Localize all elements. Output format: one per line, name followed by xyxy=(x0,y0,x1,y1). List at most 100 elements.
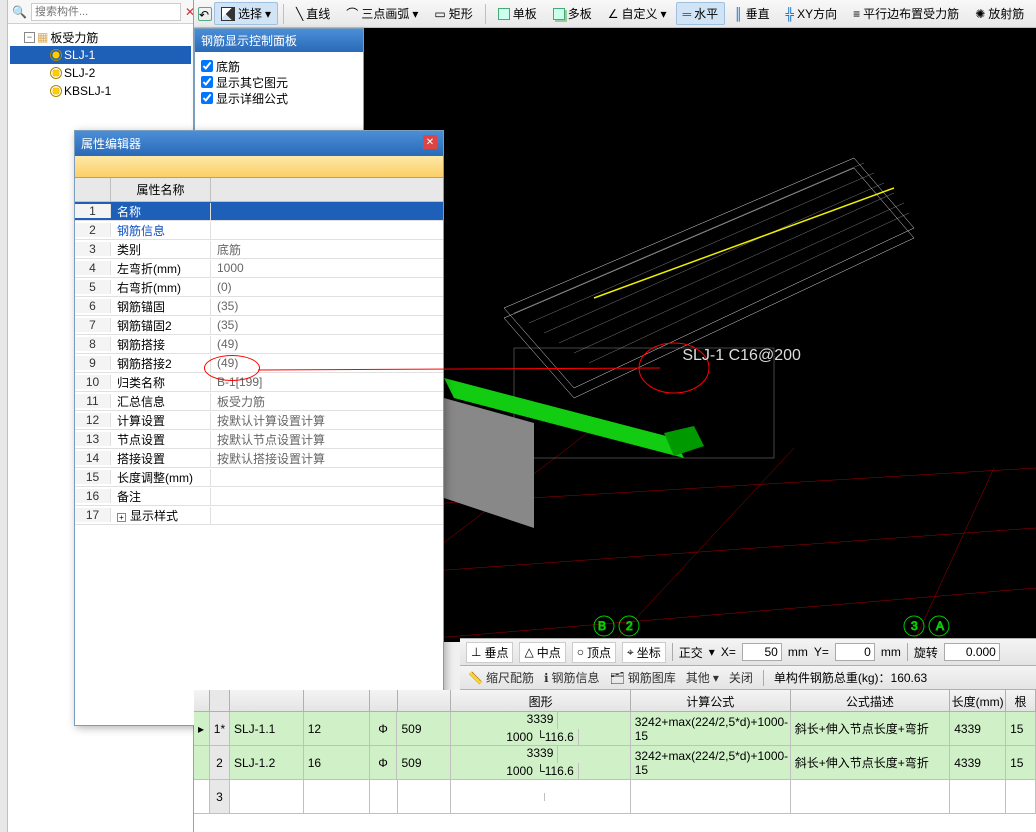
row-val[interactable]: 底筋 xyxy=(211,241,443,258)
prop-row[interactable]: 17 +显示样式 xyxy=(75,506,443,525)
snap-perp-button[interactable]: ⊥垂点 xyxy=(466,642,513,663)
tree-item-kbslj1[interactable]: KBSLJ-1 xyxy=(10,82,191,100)
tree-item-slj1[interactable]: SLJ-1 xyxy=(10,46,191,64)
prop-row[interactable]: 7 钢筋锚固2 (35) xyxy=(75,316,443,335)
row-num: 16 xyxy=(75,489,111,503)
separator xyxy=(763,670,764,686)
x-input[interactable] xyxy=(742,643,782,661)
row-val[interactable]: 按默认节点设置计算 xyxy=(211,431,443,448)
close-icon[interactable]: ✕ xyxy=(423,135,437,149)
rebar-info-link[interactable]: ℹ钢筋信息 xyxy=(544,669,600,686)
parallel-button[interactable]: ≡平行边布置受力筋 xyxy=(846,2,966,25)
prop-row[interactable]: 16 备注 xyxy=(75,487,443,506)
rect-tool-button[interactable]: ▭矩形 xyxy=(427,2,479,25)
hdr-formula: 计算公式 xyxy=(631,690,791,711)
radial-button[interactable]: ✺放射筋 xyxy=(968,2,1031,25)
chk-show-others[interactable]: 显示其它图元 xyxy=(201,74,357,90)
scaled-rebar-link[interactable]: 📏缩尺配筋 xyxy=(468,669,534,686)
row-val[interactable]: (35) xyxy=(211,318,443,332)
snap-vertex-button[interactable]: ○顶点 xyxy=(572,642,616,663)
prop-row[interactable]: 14 搭接设置 按默认搭接设置计算 xyxy=(75,449,443,468)
table-row[interactable]: 2 SLJ-1.2 16 Φ 509 33391000 └116.6 3242+… xyxy=(194,746,1036,780)
close-icon[interactable]: ✕ xyxy=(185,5,194,19)
xy-label: XY方向 xyxy=(797,5,837,22)
prop-row[interactable]: 12 计算设置 按默认计算设置计算 xyxy=(75,411,443,430)
snap-coord-button[interactable]: ⌖坐标 xyxy=(622,642,666,663)
chk-bottom-rebar[interactable]: 底筋 xyxy=(201,58,357,74)
prop-row[interactable]: 2 钢筋信息 xyxy=(75,221,443,240)
rebar-lib-link[interactable]: 🗂钢筋图库 xyxy=(610,669,676,686)
prop-row[interactable]: 4 左弯折(mm) 1000 xyxy=(75,259,443,278)
row-marker: ▸ xyxy=(194,712,210,745)
xy-button[interactable]: ╬XY方向 xyxy=(779,2,845,25)
prop-hdr-val xyxy=(211,178,443,201)
close-link[interactable]: 关闭 xyxy=(729,669,753,686)
dropdown-icon[interactable]: ▾ xyxy=(709,645,715,659)
row-val[interactable]: 按默认计算设置计算 xyxy=(211,412,443,429)
arc-tool-button[interactable]: ⌒三点画弧▾ xyxy=(339,2,425,25)
prop-row[interactable]: 3 类别 底筋 xyxy=(75,240,443,259)
checkbox[interactable] xyxy=(201,76,213,88)
link-label: 关闭 xyxy=(729,669,753,686)
hdr-name xyxy=(230,690,304,711)
hdr-qty: 根 xyxy=(1006,690,1036,711)
undo-icon[interactable]: ↶ xyxy=(198,7,212,21)
row-name: 钢筋信息 xyxy=(111,222,211,239)
gear-icon xyxy=(50,67,62,79)
rotate-input[interactable] xyxy=(944,643,1000,661)
row-shape xyxy=(451,780,631,813)
tree-root-label: 板受力筋 xyxy=(50,29,98,46)
row-val[interactable]: (35) xyxy=(211,299,443,313)
hdr-sym xyxy=(370,690,398,711)
prop-hdr-num xyxy=(75,178,111,201)
snap-mid-button[interactable]: △中点 xyxy=(519,642,565,663)
custom-button[interactable]: ∠自定义▾ xyxy=(601,2,674,25)
chk-show-formula[interactable]: 显示详细公式 xyxy=(201,90,357,106)
checkbox[interactable] xyxy=(201,92,213,104)
checkbox[interactable] xyxy=(201,60,213,72)
row-name: 备注 xyxy=(111,488,211,505)
prop-header: 属性名称 xyxy=(75,178,443,202)
ortho-label[interactable]: 正交 xyxy=(679,644,703,661)
info-bar: 📏缩尺配筋 ℹ钢筋信息 🗂钢筋图库 其他▾ 关闭 单构件钢筋总重(kg)：160… xyxy=(460,666,1036,690)
prop-row[interactable]: 11 汇总信息 板受力筋 xyxy=(75,392,443,411)
link-label: 钢筋信息 xyxy=(552,669,600,686)
table-row[interactable]: ▸ 1* SLJ-1.1 12 Φ 509 33391000 └116.6 32… xyxy=(194,712,1036,746)
row-val[interactable]: (49) xyxy=(211,337,443,351)
table-row[interactable]: 3 xyxy=(194,780,1036,814)
panel-title[interactable]: 钢筋显示控制面板 xyxy=(195,29,363,52)
other-link[interactable]: 其他▾ xyxy=(686,669,719,686)
prop-row[interactable]: 1 名称 xyxy=(75,202,443,221)
perp-icon: ⊥ xyxy=(471,645,481,659)
prop-row[interactable]: 15 长度调整(mm) xyxy=(75,468,443,487)
row-val[interactable]: 板受力筋 xyxy=(211,393,443,410)
row-shape: 33391000 └116.6 xyxy=(451,712,630,745)
multi-button[interactable]: 多板 xyxy=(546,2,599,25)
prop-title-bar[interactable]: 属性编辑器 ✕ xyxy=(75,131,443,156)
row-val[interactable]: 按默认搭接设置计算 xyxy=(211,450,443,467)
row-dia: 12 xyxy=(304,712,370,745)
row-val[interactable]: (0) xyxy=(211,280,443,294)
row-name: 类别 xyxy=(111,241,211,258)
row-num: 14 xyxy=(75,451,111,465)
row-val[interactable]: 1000 xyxy=(211,261,443,275)
horiz-button[interactable]: ═水平 xyxy=(676,2,726,25)
btn-label: 顶点 xyxy=(587,644,611,661)
collapse-icon[interactable]: − xyxy=(24,32,35,43)
prop-row[interactable]: 6 钢筋锚固 (35) xyxy=(75,297,443,316)
row-qty: 15 xyxy=(1006,712,1036,745)
search-input[interactable] xyxy=(31,3,181,21)
prop-row[interactable]: 8 钢筋搭接 (49) xyxy=(75,335,443,354)
row-formula xyxy=(631,780,791,813)
viewport-label: SLJ-1 C16@200 xyxy=(682,347,801,365)
line-tool-button[interactable]: ╲直线 xyxy=(289,2,337,25)
tree-root[interactable]: − ▦ 板受力筋 xyxy=(10,28,191,46)
prop-row[interactable]: 5 右弯折(mm) (0) xyxy=(75,278,443,297)
vert-button[interactable]: ║垂直 xyxy=(727,2,777,25)
prop-row[interactable]: 10 归类名称 B-1[199] xyxy=(75,373,443,392)
prop-row[interactable]: 13 节点设置 按默认节点设置计算 xyxy=(75,430,443,449)
y-input[interactable] xyxy=(835,643,875,661)
select-tool-button[interactable]: 选择▾ xyxy=(214,2,278,25)
single-button[interactable]: 单板 xyxy=(491,2,544,25)
tree-item-slj2[interactable]: SLJ-2 xyxy=(10,64,191,82)
